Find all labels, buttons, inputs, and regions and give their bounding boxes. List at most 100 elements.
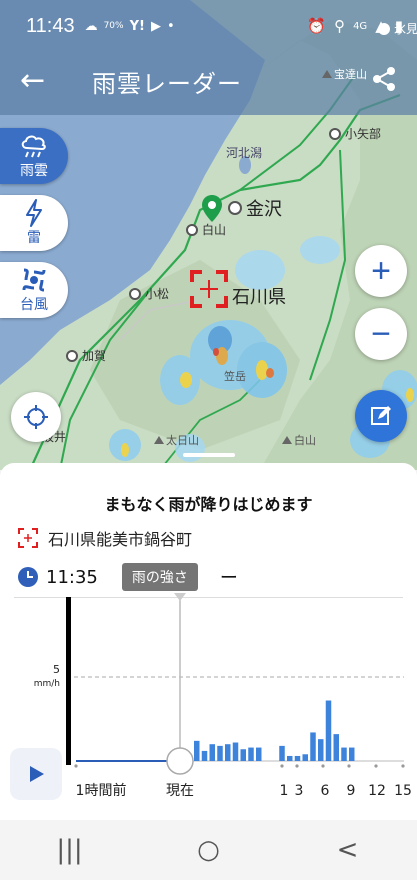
- rain-bar-15: [310, 732, 316, 761]
- x-tick-label-6: 12: [368, 783, 386, 799]
- target-icon: [18, 528, 38, 548]
- sheet-handle[interactable]: [183, 453, 235, 457]
- layer-button-typhoon[interactable]: 台風: [0, 262, 68, 318]
- back-button[interactable]: <: [308, 835, 388, 865]
- recent-apps-button[interactable]: |||: [30, 835, 110, 865]
- rain-bar-18: [333, 734, 339, 761]
- rain-bar-19: [341, 747, 347, 761]
- rain-bar-12: [287, 755, 293, 761]
- share-icon[interactable]: [371, 66, 397, 96]
- status-time: 11:43: [26, 14, 75, 37]
- x-tick-dot-7: [401, 764, 405, 768]
- place-kaga: 加賀: [66, 347, 106, 364]
- x-tick-dot-2: [280, 764, 284, 768]
- system-nav-bar: ||| ○ <: [0, 820, 417, 880]
- rain-bar-13: [294, 755, 301, 761]
- x-tick-label-1: 現在: [166, 783, 194, 799]
- battery-icon: ▮: [394, 17, 403, 35]
- rain-bar-20: [349, 747, 355, 761]
- x-tick-label-4: 6: [321, 783, 330, 799]
- lightning-icon: [23, 199, 45, 227]
- rain-bar-3: [217, 745, 223, 761]
- youtube-icon: ▶: [150, 18, 161, 34]
- page-title: 雨雲レーダー: [92, 69, 242, 98]
- yahoo-icon: Y!: [129, 18, 145, 34]
- x-tick-dot-3: [295, 764, 299, 768]
- x-tick-dot-5: [347, 764, 351, 768]
- clock-icon: [18, 567, 38, 587]
- rain-bar-0: [194, 740, 200, 761]
- network-type: 4G: [353, 20, 368, 32]
- time-row: 11:35 雨の強さ ー: [18, 563, 408, 591]
- place-ishikawa: 石川県: [232, 287, 286, 308]
- location-name: 石川県能美市鍋谷町: [48, 530, 193, 549]
- rain-bar-6: [240, 749, 246, 761]
- rain-bar-7: [248, 747, 254, 761]
- alarm-icon: ⏰: [307, 17, 327, 35]
- now-indicator-arrow: [174, 593, 186, 601]
- intensity-value: ー: [219, 568, 238, 589]
- forecast-time: 11:35: [46, 566, 98, 588]
- rain-bar-1: [201, 750, 208, 761]
- rain-bar-4: [225, 744, 231, 761]
- place-oyabe: 小矢部: [329, 125, 381, 142]
- rain-intensity-chart[interactable]: 5 mm/h 1時間前 現在 1 3 6 9 12 15: [0, 593, 417, 820]
- play-button[interactable]: [10, 748, 62, 800]
- crosshair-target-icon: [190, 270, 228, 308]
- weather-icon: ☁: [84, 18, 98, 34]
- place-kanazawa: 金沢: [228, 195, 282, 221]
- x-tick-label-3: 3: [295, 783, 304, 799]
- layer-button-rain[interactable]: 雨雲: [0, 128, 68, 184]
- layer-button-lightning[interactable]: 雷: [0, 195, 68, 251]
- back-arrow-icon[interactable]: ←: [20, 66, 60, 96]
- y-tick-label-0: 5: [53, 663, 60, 676]
- y-axis-unit-label: mm/h: [34, 679, 60, 689]
- mtn-kasadake: 笠岳: [224, 370, 246, 383]
- rain-bar-14: [302, 754, 308, 761]
- report-edit-button[interactable]: [355, 390, 407, 442]
- zoom-in-button[interactable]: +: [355, 245, 407, 297]
- zoom-out-button[interactable]: −: [355, 308, 407, 360]
- crosshair-gps-icon: [24, 405, 48, 429]
- home-button[interactable]: ○: [169, 835, 249, 865]
- layer-label-rain: 雨雲: [20, 163, 48, 179]
- rain-bar-2: [209, 744, 215, 761]
- intensity-legend-strip-2: [66, 697, 71, 737]
- chart-svg: 5 mm/h 1時間前 現在 1 3 6 9 12 15: [34, 593, 412, 799]
- x-tick-label-0: 1時間前: [76, 782, 127, 799]
- play-icon: [30, 766, 44, 782]
- cloud-rain-icon: [19, 132, 49, 160]
- intensity-badge: 雨の強さ: [121, 563, 198, 591]
- x-tick-label-5: 9: [347, 783, 356, 799]
- layer-label-lightning: 雷: [27, 230, 41, 246]
- rain-bar-5: [232, 742, 239, 761]
- intensity-legend-strip-3: [66, 737, 71, 765]
- bottom-sheet: まもなく雨が降りはじめます 石川県能美市鍋谷町 11:35 雨の強さ ー 5 mm…: [0, 453, 417, 820]
- x-tick-label-7: 15: [394, 783, 412, 799]
- x-tick-dot-4: [321, 764, 325, 768]
- rain-forecast-headline: まもなく雨が降りはじめます: [104, 495, 313, 514]
- place-komatsu: 小松: [129, 285, 169, 302]
- typhoon-icon: [20, 266, 48, 294]
- gps-icon: ⚲: [334, 17, 346, 35]
- app-bar: ← 雨雲レーダー: [0, 52, 417, 110]
- location-row: 石川県能美市鍋谷町: [18, 526, 192, 550]
- x-tick-label-2: 1: [280, 783, 289, 799]
- intensity-legend-strip-0: [66, 597, 71, 657]
- status-bar: 11:43 ☁ 70% Y! ▶ • ⏰ ⚲ 4G ▲ ▮: [0, 0, 417, 52]
- current-location-button[interactable]: [11, 392, 61, 442]
- minus-icon: −: [371, 314, 391, 353]
- status-temp: 70%: [103, 21, 124, 31]
- layer-label-typhoon: 台風: [20, 297, 48, 313]
- timeline-slider-knob: [166, 747, 194, 775]
- mtn-taiichi: 太日山: [154, 432, 199, 448]
- plus-icon: +: [371, 251, 391, 290]
- rain-bar-17: [325, 700, 332, 761]
- rain-bar-11: [279, 745, 285, 761]
- signal-icon: ▲: [375, 17, 387, 35]
- edit-icon: [371, 406, 391, 425]
- intensity-legend-strip-1: [66, 657, 71, 697]
- location-pin-icon[interactable]: [201, 195, 223, 223]
- place-hakusan: 白山: [186, 221, 226, 238]
- x-tick-dot-0: [74, 764, 78, 768]
